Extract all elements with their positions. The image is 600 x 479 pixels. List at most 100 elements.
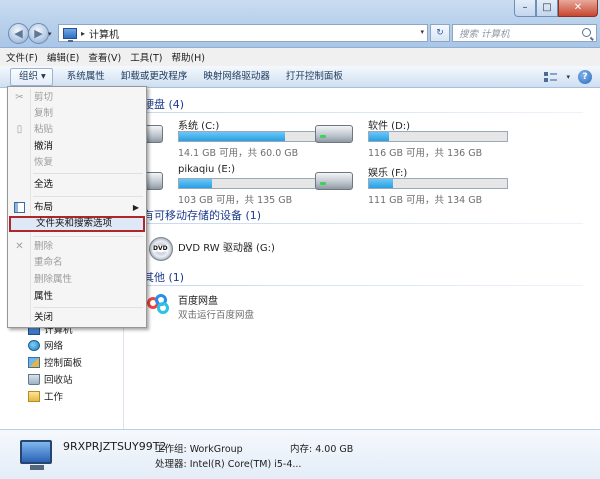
- refresh-icon: ↻: [436, 28, 444, 38]
- window-controls: – □ ✕: [514, 0, 598, 17]
- delete-icon: ✕: [15, 241, 24, 252]
- view-dropdown-icon[interactable]: ▾: [566, 73, 570, 81]
- menu-item-undo[interactable]: 撤消: [9, 139, 145, 155]
- menu-item-label: 关闭: [34, 312, 54, 323]
- command-bar: 组织 ▾ 系统属性 卸载或更改程序 映射网络驱动器 打开控制面板 ▾ ?: [0, 66, 600, 88]
- address-bar[interactable]: ▸ 计算机 ▾: [58, 24, 428, 42]
- scissors-icon: ✂: [15, 92, 24, 103]
- menu-item-select-all[interactable]: 全选: [9, 177, 145, 193]
- menu-item-label: 布局: [34, 202, 54, 213]
- map-network-drive-button[interactable]: 映射网络驱动器: [195, 66, 278, 88]
- forward-arrow-icon: ▶: [34, 27, 43, 40]
- group-header-other[interactable]: 其他 (1): [143, 269, 583, 286]
- breadcrumb-computer[interactable]: 计算机: [89, 26, 119, 41]
- drive-f[interactable]: 娱乐 (F:) 111 GB 可用，共 134 GB: [315, 164, 545, 206]
- drive-name: 系统 (C:): [178, 121, 220, 132]
- menu-item-close[interactable]: 关闭: [9, 310, 145, 326]
- minimize-button[interactable]: –: [514, 0, 536, 17]
- drive-name: 软件 (D:): [368, 121, 411, 132]
- processor-info: 处理器: Intel(R) Core(TM) i5-4...: [155, 459, 302, 470]
- drive-usage-bar: [178, 131, 318, 142]
- group-header-label: 其他 (1): [143, 271, 185, 284]
- group-header-hard-disks[interactable]: 硬盘 (4): [143, 96, 583, 113]
- back-arrow-icon: ◀: [14, 27, 23, 40]
- menu-item-label: 恢复: [34, 157, 54, 168]
- menu-help[interactable]: 帮助(H): [171, 50, 205, 64]
- computer-icon: [63, 27, 77, 42]
- divider: [143, 285, 583, 286]
- drive-free-space: 116 GB 可用，共 136 GB: [368, 148, 483, 159]
- title-bar: – □ ✕ ◀ ▶ ▾ ▸ 计算机 ▾ ↻ 搜索 计算机: [0, 0, 600, 48]
- group-header-label: 硬盘 (4): [143, 98, 185, 111]
- baidu-netdisk-icon: [147, 294, 173, 314]
- back-button[interactable]: ◀: [8, 23, 29, 44]
- breadcrumb-separator-icon[interactable]: ▸: [81, 29, 85, 38]
- change-view-icon[interactable]: [544, 71, 559, 83]
- menu-edit[interactable]: 编辑(E): [47, 50, 79, 64]
- uninstall-program-button[interactable]: 卸载或更改程序: [113, 66, 196, 88]
- menu-item-label: 删除: [34, 241, 54, 252]
- close-button[interactable]: ✕: [558, 0, 598, 17]
- menu-item-label: 撤消: [34, 141, 54, 152]
- menu-item-label: 全选: [34, 179, 54, 190]
- memory-info: 内存: 4.00 GB: [290, 444, 354, 455]
- maximize-button[interactable]: □: [536, 0, 558, 17]
- drive-usage-bar: [368, 131, 508, 142]
- menu-item-copy[interactable]: 复制: [9, 106, 145, 122]
- drive-d[interactable]: 软件 (D:) 116 GB 可用，共 136 GB: [315, 117, 545, 159]
- recycle-bin-icon: [28, 373, 40, 385]
- menu-item-redo[interactable]: 恢复: [9, 155, 145, 171]
- drive-usage-bar: [178, 178, 318, 189]
- menu-item-delete[interactable]: ✕ 删除: [9, 239, 145, 255]
- drive-name: pikaqiu (E:): [178, 164, 236, 175]
- computer-name: 9RXPRJZTSUY99T2: [63, 440, 167, 453]
- menu-item-label: 粘贴: [34, 124, 54, 135]
- workgroup-info: 工作组: WorkGroup: [155, 444, 243, 455]
- sidebar-item-control-panel[interactable]: 控制面板: [28, 355, 82, 369]
- menu-item-cut[interactable]: ✂ 剪切: [9, 90, 145, 106]
- sidebar-item-recycle-bin[interactable]: 回收站: [28, 372, 73, 386]
- group-header-label: 有可移动存储的设备 (1): [143, 209, 262, 222]
- menu-item-label: 剪切: [34, 92, 54, 103]
- refresh-button[interactable]: ↻: [430, 24, 450, 42]
- item-name: 百度网盘: [178, 296, 218, 307]
- search-input[interactable]: 搜索 计算机: [452, 24, 597, 42]
- details-pane: 9RXPRJZTSUY99T2 工作组: WorkGroup 内存: 4.00 …: [0, 429, 600, 479]
- sidebar-item-label: 控制面板: [44, 358, 83, 369]
- help-icon[interactable]: ?: [578, 70, 592, 84]
- organize-button[interactable]: 组织 ▾: [10, 67, 53, 86]
- menu-item-label: 属性: [34, 291, 54, 302]
- drive-free-space: 14.1 GB 可用，共 60.0 GB: [178, 148, 299, 159]
- menu-bar: 文件(F) 编辑(E) 查看(V) 工具(T) 帮助(H): [0, 48, 600, 66]
- content-area: 硬盘 (4) 系统 (C:) 14.1 GB 可用，共 60.0 GB 软件 (…: [125, 89, 600, 429]
- menu-separator: [33, 236, 143, 237]
- search-icon: [582, 28, 591, 37]
- menu-item-rename[interactable]: 重命名: [9, 255, 145, 271]
- organize-menu: ✂ 剪切 复制 ▯ 粘贴 撤消 恢复 全选 布局 ▶ 文件夹和搜索选项 ✕ 删除…: [7, 86, 147, 328]
- menu-item-label: 文件夹和搜索选项: [36, 218, 113, 229]
- open-control-panel-button[interactable]: 打开控制面板: [278, 66, 351, 88]
- drive-usage-fill: [179, 132, 285, 141]
- system-properties-button[interactable]: 系统属性: [59, 66, 113, 88]
- network-icon: [28, 339, 40, 351]
- layout-icon: [14, 202, 25, 213]
- sidebar-item-network[interactable]: 网络: [28, 338, 63, 352]
- address-dropdown-icon[interactable]: ▾: [420, 28, 424, 36]
- dvd-drive-name: DVD RW 驱动器 (G:): [178, 243, 275, 254]
- menu-file[interactable]: 文件(F): [6, 50, 38, 64]
- menu-view[interactable]: 查看(V): [88, 50, 121, 64]
- menu-item-folder-search-options[interactable]: 文件夹和搜索选项: [9, 216, 145, 232]
- menu-tools[interactable]: 工具(T): [130, 50, 162, 64]
- forward-button[interactable]: ▶: [28, 23, 49, 44]
- group-header-removable-storage[interactable]: 有可移动存储的设备 (1): [143, 207, 583, 224]
- recent-pages-dropdown[interactable]: ▾: [48, 30, 52, 38]
- menu-item-layout[interactable]: 布局 ▶: [9, 200, 145, 216]
- item-description: 双击运行百度网盘: [178, 310, 255, 321]
- menu-item-remove-properties[interactable]: 删除属性: [9, 272, 145, 288]
- menu-item-paste[interactable]: ▯ 粘贴: [9, 122, 145, 138]
- divider: [143, 223, 583, 224]
- drive-free-space: 103 GB 可用，共 135 GB: [178, 195, 293, 206]
- sidebar-item-work-folder[interactable]: 工作: [28, 389, 63, 403]
- menu-item-properties[interactable]: 属性: [9, 289, 145, 305]
- sidebar-item-label: 回收站: [44, 375, 73, 386]
